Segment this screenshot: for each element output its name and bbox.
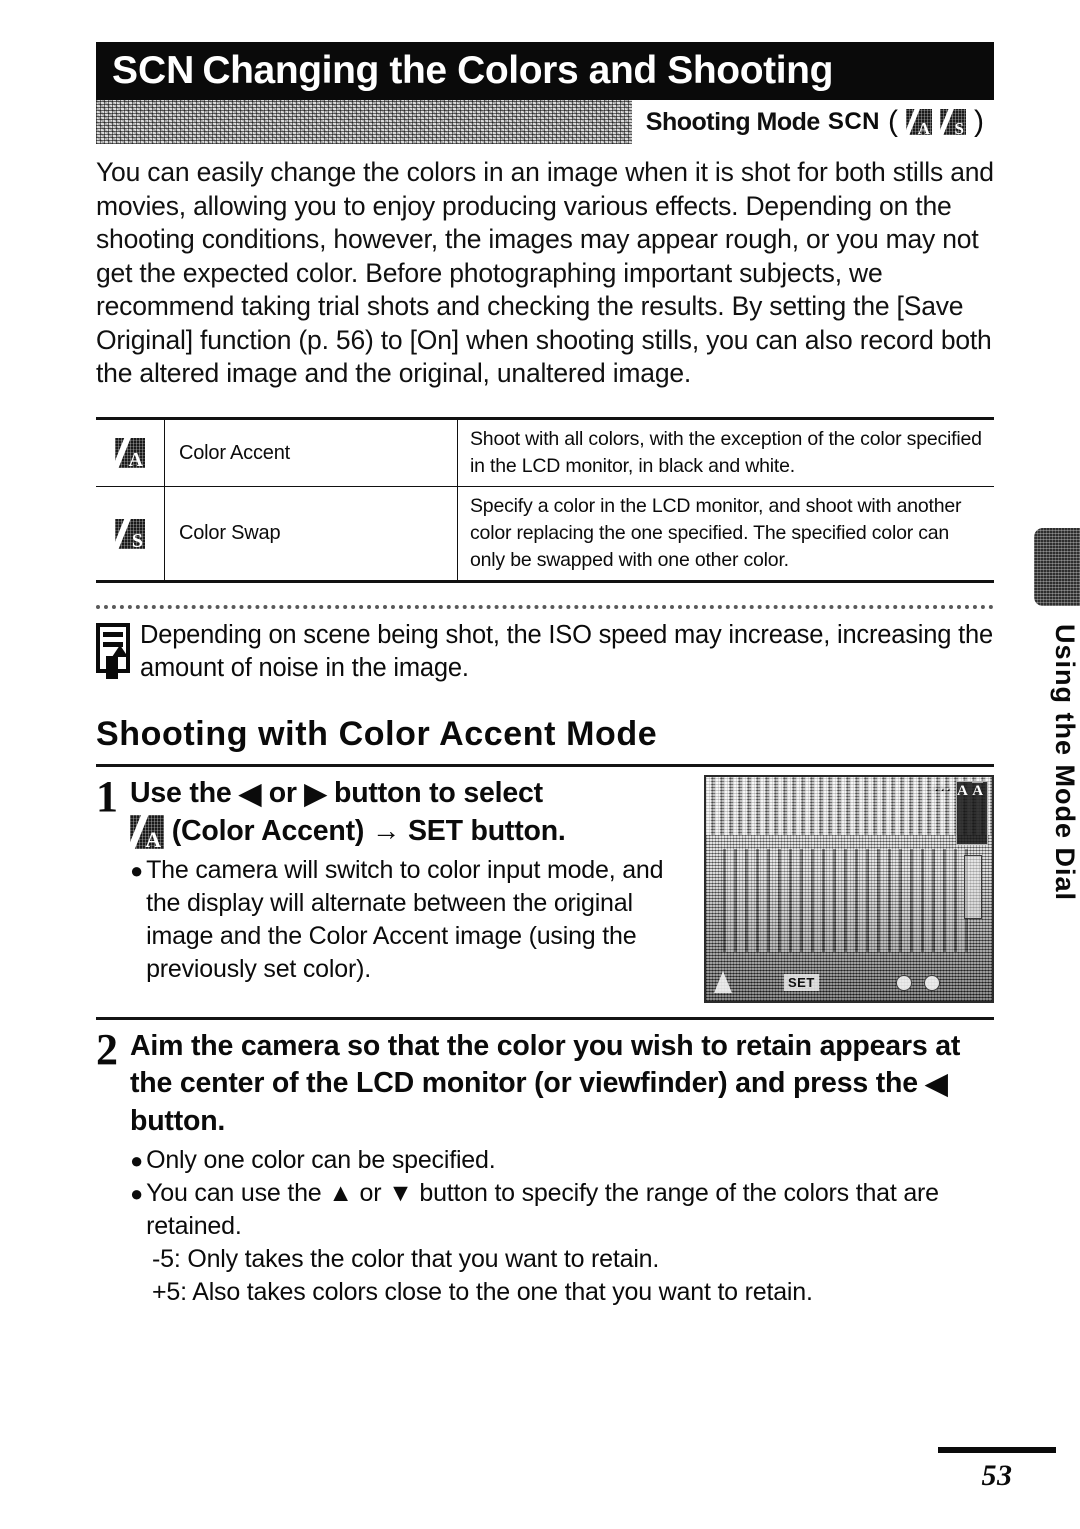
step-2-bullet-2-text: You can use the ▲ or ▼ button to specify… bbox=[146, 1179, 939, 1240]
section-title: Shooting with Color Accent Mode bbox=[96, 715, 658, 753]
bullet-dot-icon: ● bbox=[130, 858, 144, 883]
color-accent-icon-glyph: A bbox=[917, 119, 930, 135]
step-1-heading-part1: Use the bbox=[130, 777, 232, 809]
paren-close: ) bbox=[974, 105, 984, 138]
step-1-heading-or: or bbox=[268, 777, 297, 809]
page-footer: 53 bbox=[938, 1447, 1056, 1493]
shooting-mode-chip: Shooting Mode SCN ( A S ) bbox=[631, 100, 994, 144]
page-content: SCN Changing the Colors and Shooting Shoo… bbox=[96, 42, 994, 1309]
step-2-bullets: ● Only one color can be specified. ● You… bbox=[130, 1144, 994, 1309]
page-title-bar: SCN Changing the Colors and Shooting bbox=[96, 42, 994, 100]
step-1-heading-part2: button to select bbox=[333, 777, 543, 809]
table-row: S Color Swap Specify a color in the LCD … bbox=[96, 486, 994, 580]
lcd-osd-top-label: ··· bbox=[934, 782, 952, 796]
step-1: 1 Use the ◀ or ▶ button to select A (Col… bbox=[96, 775, 994, 1003]
side-tab-knob bbox=[1034, 528, 1080, 606]
left-arrow-icon: ◀ bbox=[925, 1068, 948, 1100]
scn-badge: SCN bbox=[112, 49, 195, 92]
list-item: ● The camera will switch to color input … bbox=[130, 854, 694, 986]
memo-note-icon bbox=[96, 623, 136, 679]
step-2-bullet-1-text: Only one color can be specified. bbox=[146, 1146, 496, 1174]
step-2-number: 2 bbox=[96, 1025, 118, 1074]
lcd-mode-indicator-top-glyph: A bbox=[957, 783, 968, 799]
row-icon-cell: S bbox=[96, 486, 165, 580]
step-1-heading-tail: button. bbox=[470, 815, 566, 847]
lcd-status-dots-icon bbox=[896, 975, 940, 991]
mode-table: A Color Accent Shoot with all colors, wi… bbox=[96, 417, 994, 583]
bullet-dot-icon: ● bbox=[130, 1148, 144, 1173]
color-accent-icon: A bbox=[906, 109, 932, 135]
right-arrow-icon: ▶ bbox=[304, 778, 327, 810]
then-arrow-icon: → bbox=[371, 815, 401, 847]
lcd-set-button-hint: SET bbox=[784, 974, 819, 991]
note-text: Depending on scene being shot, the ISO s… bbox=[140, 621, 993, 682]
row-name-cell: Color Swap bbox=[164, 486, 458, 580]
step-2-sub-line-2: +5: Also takes colors close to the one t… bbox=[152, 1278, 813, 1306]
color-swap-icon: S bbox=[940, 109, 966, 135]
row-description-cell: Specify a color in the LCD monitor, and … bbox=[457, 486, 994, 580]
set-button-label: SET bbox=[407, 815, 463, 847]
step-1-bullets: ● The camera will switch to color input … bbox=[130, 854, 694, 986]
color-accent-icon-glyph: A bbox=[145, 827, 161, 850]
lcd-scene-texture bbox=[723, 848, 970, 952]
color-swap-icon-glyph: S bbox=[131, 529, 143, 549]
page-number: 53 bbox=[981, 1459, 1013, 1492]
shooting-mode-label: Shooting Mode bbox=[645, 107, 821, 136]
bullet-dot-icon: ● bbox=[130, 1181, 144, 1206]
row-icon-cell: A bbox=[96, 420, 165, 487]
lcd-range-slider-icon bbox=[964, 855, 982, 919]
table-row: A Color Accent Shoot with all colors, wi… bbox=[96, 420, 994, 487]
color-accent-icon-glyph: A bbox=[128, 449, 143, 468]
row-name-cell: Color Accent bbox=[164, 420, 458, 487]
lcd-mode-indicator-bottom-glyph: A bbox=[972, 782, 984, 799]
left-arrow-icon: ◀ bbox=[239, 778, 261, 810]
step-2-heading: Aim the camera so that the color you wis… bbox=[130, 1028, 994, 1140]
step-divider bbox=[96, 1017, 994, 1020]
note-callout: Depending on scene being shot, the ISO s… bbox=[96, 605, 994, 685]
step-1-mode-label: (Color Accent) bbox=[171, 815, 365, 847]
color-accent-icon: A bbox=[130, 815, 164, 850]
side-tab-label: Using the Mode Dial bbox=[1050, 624, 1080, 902]
color-accent-icon: A bbox=[115, 438, 145, 468]
list-item: ● You can use the ▲ or ▼ button to speci… bbox=[130, 1177, 994, 1243]
list-item: ● Only one color can be specified. bbox=[130, 1144, 994, 1177]
lcd-corner-marker-icon bbox=[714, 971, 732, 993]
step-1-bullet-text: The camera will switch to color input mo… bbox=[146, 856, 664, 983]
step-1-number: 1 bbox=[96, 772, 118, 821]
lcd-mode-indicator-icon: A A bbox=[956, 781, 988, 845]
color-swap-icon: S bbox=[115, 518, 145, 549]
lcd-preview-image: ··· A A SET bbox=[704, 775, 994, 1003]
shooting-mode-scn: SCN bbox=[827, 108, 880, 135]
step-2-heading-part2: button. bbox=[130, 1105, 226, 1137]
chapter-side-tab: Using the Mode Dial bbox=[1034, 528, 1080, 960]
manual-page: SCN Changing the Colors and Shooting Shoo… bbox=[0, 0, 1080, 1529]
step-2-heading-part1: Aim the camera so that the color you wis… bbox=[130, 1030, 961, 1099]
step-1-heading: Use the ◀ or ▶ button to select A (Color… bbox=[130, 775, 694, 850]
color-swap-icon-glyph: S bbox=[954, 119, 964, 135]
step-2: 2 Aim the camera so that the color you w… bbox=[96, 1028, 994, 1309]
footer-rule bbox=[938, 1447, 1056, 1453]
section-divider bbox=[96, 764, 994, 767]
shooting-mode-bar: Shooting Mode SCN ( A S ) bbox=[96, 100, 994, 144]
page-title: Changing the Colors and Shooting bbox=[202, 49, 833, 92]
step-2-sub-line-1: -5: Only takes the color that you want t… bbox=[152, 1245, 660, 1273]
intro-paragraph: You can easily change the colors in an i… bbox=[96, 157, 994, 388]
paren-open: ( bbox=[888, 105, 898, 138]
row-description-cell: Shoot with all colors, with the exceptio… bbox=[457, 420, 994, 487]
